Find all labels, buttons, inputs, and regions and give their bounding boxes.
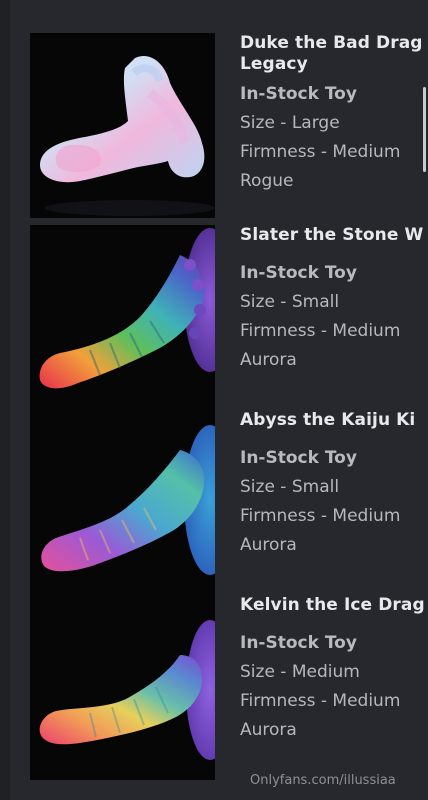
product-color: Aurora — [240, 535, 297, 555]
product-size: Size - Large — [240, 113, 340, 133]
product-color: Aurora — [240, 350, 297, 370]
product-image[interactable] — [30, 595, 215, 780]
product-image[interactable] — [30, 33, 215, 218]
product-title-line2[interactable]: Legacy — [240, 54, 428, 75]
product-firmness: Firmness - Medium — [240, 691, 401, 711]
product-title[interactable]: Kelvin the Ice Drag — [240, 595, 428, 616]
product-firmness: Firmness - Medium — [240, 321, 401, 341]
product-info: Kelvin the Ice Drag In-Stock Toy Size - … — [240, 595, 428, 780]
product-info: Abyss the Kaiju Ki In-Stock Toy Size - S… — [240, 410, 428, 595]
product-image[interactable] — [30, 225, 215, 410]
product-title[interactable]: Duke the Bad Drag — [240, 33, 428, 54]
product-type: In-Stock Toy — [240, 263, 357, 283]
product-list: Duke the Bad Drag Legacy In-Stock Toy Si… — [0, 0, 428, 800]
product-type: In-Stock Toy — [240, 448, 357, 468]
product-title[interactable]: Slater the Stone W — [240, 225, 428, 246]
product-color: Rogue — [240, 171, 294, 191]
product-card[interactable]: Duke the Bad Drag Legacy In-Stock Toy Si… — [0, 33, 428, 218]
scrollbar[interactable] — [423, 87, 426, 172]
product-image[interactable] — [30, 410, 215, 595]
product-size: Size - Medium — [240, 662, 360, 682]
product-card[interactable]: Kelvin the Ice Drag In-Stock Toy Size - … — [0, 595, 428, 780]
product-info: Slater the Stone W In-Stock Toy Size - S… — [240, 225, 428, 410]
product-title[interactable]: Abyss the Kaiju Ki — [240, 410, 428, 431]
watermark: Onlyfans.com/illussiaa — [250, 773, 396, 788]
product-card[interactable]: Abyss the Kaiju Ki In-Stock Toy Size - S… — [0, 410, 428, 595]
product-color: Aurora — [240, 720, 297, 740]
product-size: Size - Small — [240, 477, 340, 497]
product-type: In-Stock Toy — [240, 633, 357, 653]
product-size: Size - Small — [240, 292, 340, 312]
product-type: In-Stock Toy — [240, 84, 357, 104]
product-firmness: Firmness - Medium — [240, 506, 401, 526]
product-firmness: Firmness - Medium — [240, 142, 401, 162]
product-info: Duke the Bad Drag Legacy In-Stock Toy Si… — [240, 33, 428, 218]
product-card[interactable]: Slater the Stone W In-Stock Toy Size - S… — [0, 225, 428, 410]
